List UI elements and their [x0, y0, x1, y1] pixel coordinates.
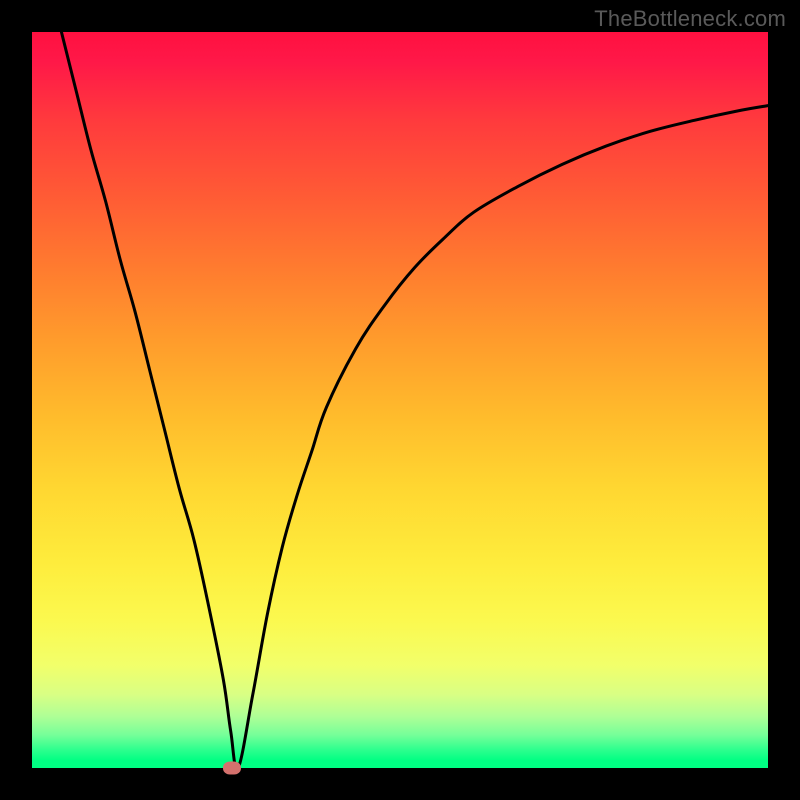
bottleneck-curve [32, 32, 768, 768]
curve-path [61, 32, 768, 769]
optimal-marker [223, 762, 241, 775]
plot-area [32, 32, 768, 768]
chart-container: TheBottleneck.com [0, 0, 800, 800]
watermark-text: TheBottleneck.com [594, 6, 786, 32]
